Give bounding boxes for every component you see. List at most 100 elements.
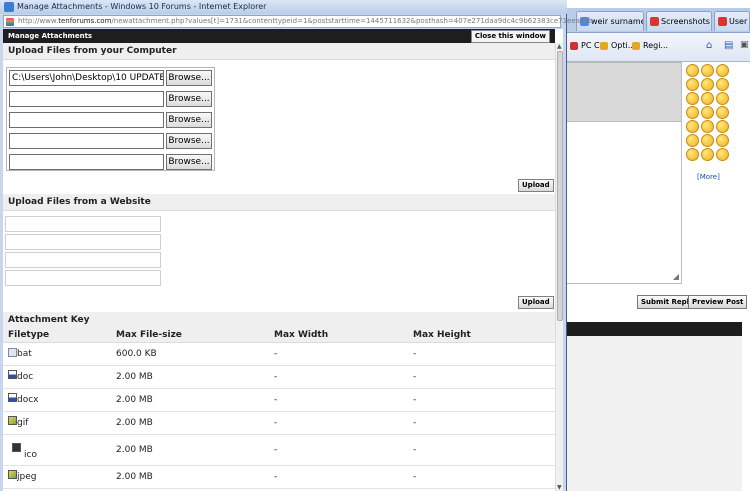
max-height-cell: - [413, 418, 417, 428]
word-document-icon [8, 370, 17, 379]
file-row: Browse... [9, 112, 212, 128]
image-file-icon [8, 470, 17, 479]
close-window-button[interactable]: Close this window [470, 30, 550, 43]
background-tab-screenshots[interactable]: Screenshots an... [646, 11, 712, 31]
smiley-icon[interactable] [701, 148, 714, 161]
smiley-icon[interactable] [701, 106, 714, 119]
address-host: tenforums.com [58, 17, 112, 25]
website-url-input[interactable] [5, 252, 161, 268]
smiley-icon[interactable] [686, 64, 699, 77]
smiley-icon[interactable] [701, 64, 714, 77]
scrollbar-thumb[interactable] [557, 51, 563, 321]
home-icon[interactable]: ⌂ [706, 40, 712, 51]
max-width-cell: - [274, 418, 278, 428]
file-row: Browse... [9, 133, 212, 149]
max-width-cell: - [274, 395, 278, 405]
window-titlebar[interactable]: Manage Attachments - Windows 10 Forums -… [0, 0, 567, 14]
attachment-key-heading: Attachment Key [8, 315, 90, 325]
scroll-down-arrow-icon[interactable]: ▼ [557, 484, 562, 491]
preview-post-button[interactable]: Preview Post [688, 295, 748, 309]
table-row: bat 600.0 KB - - [3, 343, 555, 366]
vertical-scrollbar[interactable]: ▲ ▼ [555, 43, 563, 491]
file-path-input[interactable]: C:\Users\John\Desktop\10 UPDATE.PNG [9, 70, 164, 86]
smiley-icon[interactable] [716, 148, 729, 161]
more-smilies-link[interactable]: [More] [697, 173, 720, 181]
smiley-icon[interactable] [701, 120, 714, 133]
max-size-cell: 600.0 KB [116, 349, 157, 359]
smiley-icon[interactable] [716, 106, 729, 119]
icon-file-icon [12, 443, 21, 452]
smiley-icon[interactable] [716, 64, 729, 77]
filetype-cell: jpeg [17, 472, 37, 482]
browse-button[interactable]: Browse... [166, 154, 212, 170]
background-message-editor[interactable]: ◢ [566, 62, 682, 284]
table-row: docx 2.00 MB - - [3, 389, 555, 412]
smiley-icon[interactable] [716, 78, 729, 91]
word-document-icon [8, 393, 17, 402]
background-tab-user-post[interactable]: User Po [714, 11, 750, 31]
ie-icon [4, 2, 14, 12]
resize-grip-icon[interactable]: ◢ [673, 272, 679, 281]
website-url-input[interactable] [5, 270, 161, 286]
smiley-icon[interactable] [686, 148, 699, 161]
smiley-icon[interactable] [701, 78, 714, 91]
filetype-cell: bat [17, 349, 32, 359]
browse-button[interactable]: Browse... [166, 70, 212, 86]
smiley-icon[interactable] [716, 120, 729, 133]
smiley-icon[interactable] [686, 78, 699, 91]
file-path-input[interactable] [9, 91, 164, 107]
max-height-cell: - [413, 372, 417, 382]
upload-website-button[interactable]: Upload [518, 296, 554, 309]
background-favorites-bar: PC C... Opti... Regi... ⌂ ▤ ▣ [566, 33, 750, 62]
table-row: jpeg 2.00 MB - - [3, 466, 555, 489]
file-row: C:\Users\John\Desktop\10 UPDATE.PNG Brow… [9, 70, 212, 86]
upload-website-heading: Upload Files from a Website [8, 197, 151, 207]
smiley-icon[interactable] [716, 134, 729, 147]
file-path-input[interactable] [9, 112, 164, 128]
upload-computer-heading: Upload Files from your Computer [8, 46, 177, 56]
favorite-icon [570, 42, 578, 50]
browse-button[interactable]: Browse... [166, 133, 212, 149]
upload-website-header: Upload Files from a Website [3, 194, 555, 211]
smiley-icon[interactable] [716, 92, 729, 105]
browse-button[interactable]: Browse... [166, 91, 212, 107]
batch-file-icon [8, 348, 17, 357]
smiley-icon[interactable] [686, 92, 699, 105]
scroll-up-arrow-icon[interactable]: ▲ [557, 43, 562, 50]
max-height-cell: - [413, 395, 417, 405]
filetype-cell: gif [17, 418, 29, 428]
favorite-opti[interactable]: Opti... [600, 41, 635, 50]
website-url-input[interactable] [5, 234, 161, 250]
max-size-cell: 2.00 MB [116, 445, 153, 455]
file-row: Browse... [9, 154, 212, 170]
image-file-icon [8, 416, 17, 425]
file-path-input[interactable] [9, 133, 164, 149]
smiley-icon[interactable] [686, 134, 699, 147]
editor-toolbar [567, 63, 681, 122]
browse-button[interactable]: Browse... [166, 112, 212, 128]
website-url-input[interactable] [5, 216, 161, 232]
print-icon[interactable]: ▣ [740, 40, 749, 50]
favorite-icon [632, 42, 640, 50]
smiley-icon[interactable] [701, 92, 714, 105]
max-size-cell: 2.00 MB [116, 472, 153, 482]
favorite-regi[interactable]: Regi... [632, 41, 668, 50]
address-url: http://www.tenforums.com/newattachment.p… [18, 17, 593, 25]
column-header-max-width: Max Width [274, 330, 329, 340]
max-width-cell: - [274, 472, 278, 482]
upload-computer-button[interactable]: Upload [518, 179, 554, 192]
address-bar[interactable]: http://www.tenforums.com/newattachment.p… [3, 15, 593, 28]
smiley-icon[interactable] [686, 106, 699, 119]
table-row: ico 2.00 MB - - [3, 435, 555, 466]
page-content: Manage Attachments Close this window Upl… [3, 29, 563, 491]
filetype-cell: ico [24, 450, 37, 460]
smiley-icon[interactable] [686, 120, 699, 133]
forum-icon [650, 17, 659, 26]
rss-icon[interactable]: ▤ [724, 40, 733, 51]
max-height-cell: - [413, 445, 417, 455]
upload-computer-header: Upload Files from your Computer [3, 43, 555, 60]
favorite-icon [600, 42, 608, 50]
file-row: Browse... [9, 91, 212, 107]
file-path-input[interactable] [9, 154, 164, 170]
smiley-icon[interactable] [701, 134, 714, 147]
